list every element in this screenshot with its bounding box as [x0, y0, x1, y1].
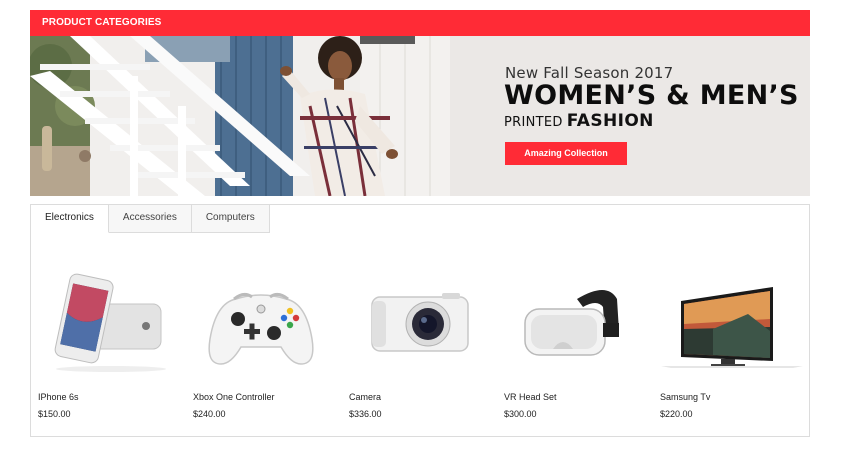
banner-photo [30, 36, 810, 196]
tab-electronics[interactable]: Electronics [31, 205, 109, 233]
product-card[interactable]: Camera $336.00 [342, 245, 492, 425]
product-price: $240.00 [193, 409, 226, 419]
product-card[interactable]: VR Head Set $300.00 [497, 245, 647, 425]
banner-title: WOMEN’S & MEN’S [504, 80, 799, 111]
amazing-collection-button[interactable]: Amazing Collection [505, 142, 627, 165]
product-categories-header: PRODUCT CATEGORIES [30, 10, 810, 36]
product-name[interactable]: Camera [349, 392, 381, 402]
product-price: $150.00 [38, 409, 71, 419]
camera-icon [371, 293, 469, 352]
gamepad-icon [208, 292, 314, 365]
product-price: $336.00 [349, 409, 382, 419]
product-name[interactable]: Xbox One Controller [193, 392, 275, 402]
category-tabs: Electronics Accessories Computers [31, 205, 270, 233]
phone-icon [54, 273, 166, 372]
banner-tagline: PRINTED FASHION [504, 111, 654, 131]
promo-banner[interactable]: New Fall Season 2017 WOMEN’S & MEN’S PRI… [30, 36, 810, 196]
product-name[interactable]: VR Head Set [504, 392, 557, 402]
banner-fashion-text: FASHION [566, 111, 654, 131]
product-name[interactable]: IPhone 6s [38, 392, 79, 402]
product-tabs-panel: Electronics Accessories Computers IPhone… [30, 204, 810, 437]
product-card[interactable]: IPhone 6s $150.00 [31, 245, 181, 425]
banner-printed-text: PRINTED [504, 115, 563, 130]
tab-computers[interactable]: Computers [191, 205, 270, 233]
product-name[interactable]: Samsung Tv [660, 392, 710, 402]
product-price: $220.00 [660, 409, 693, 419]
product-card[interactable]: Samsung Tv $220.00 [653, 245, 803, 425]
product-price: $300.00 [504, 409, 537, 419]
tv-icon [661, 287, 803, 368]
tab-accessories[interactable]: Accessories [108, 205, 192, 233]
product-card[interactable]: Xbox One Controller $240.00 [186, 245, 336, 425]
vr-headset-icon [524, 290, 619, 356]
